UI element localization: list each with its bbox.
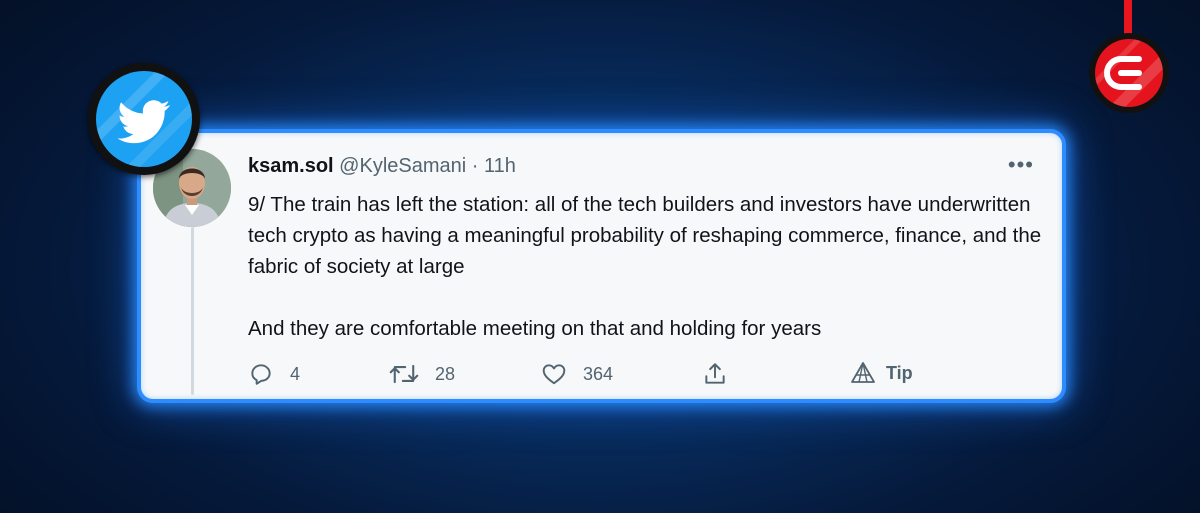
tweet-paragraph: 9/ The train has left the station: all o… <box>248 193 1042 278</box>
action-bar: 4 28 364 Tip <box>141 361 1062 391</box>
separator-dot: · <box>471 155 479 177</box>
retweet-button[interactable]: 28 <box>389 361 455 387</box>
brand-logo-icon <box>1095 39 1163 107</box>
twitter-badge <box>88 63 200 175</box>
tip-label: Tip <box>886 362 913 383</box>
tip-icon <box>851 362 875 383</box>
tweet-paragraph: And they are comfortable meeting on that… <box>248 317 822 340</box>
like-button[interactable]: 364 <box>541 361 613 387</box>
heart-icon <box>542 364 566 385</box>
more-options-button[interactable]: ••• <box>1008 154 1034 176</box>
display-name[interactable]: ksam.sol <box>248 155 334 177</box>
retweet-count: 28 <box>435 363 456 384</box>
tweet-header: ksam.sol @KyleSamani · 11h <box>248 155 516 178</box>
reply-icon <box>251 364 271 385</box>
share-icon <box>705 363 725 384</box>
user-handle[interactable]: @KyleSamani <box>339 155 466 177</box>
tweet-text: 9/ The train has left the station: all o… <box>248 189 1048 344</box>
tweet-card: ksam.sol @KyleSamani · 11h ••• 9/ The tr… <box>137 129 1066 403</box>
brand-logo <box>1089 33 1169 113</box>
timestamp[interactable]: 11h <box>484 155 516 177</box>
like-count: 364 <box>583 363 614 384</box>
reply-button[interactable]: 4 <box>248 361 300 387</box>
reply-count: 4 <box>290 363 301 384</box>
tip-button[interactable]: Tip <box>850 361 913 385</box>
share-button[interactable] <box>702 361 728 387</box>
retweet-icon <box>389 364 419 384</box>
twitter-bird-icon <box>96 71 192 167</box>
